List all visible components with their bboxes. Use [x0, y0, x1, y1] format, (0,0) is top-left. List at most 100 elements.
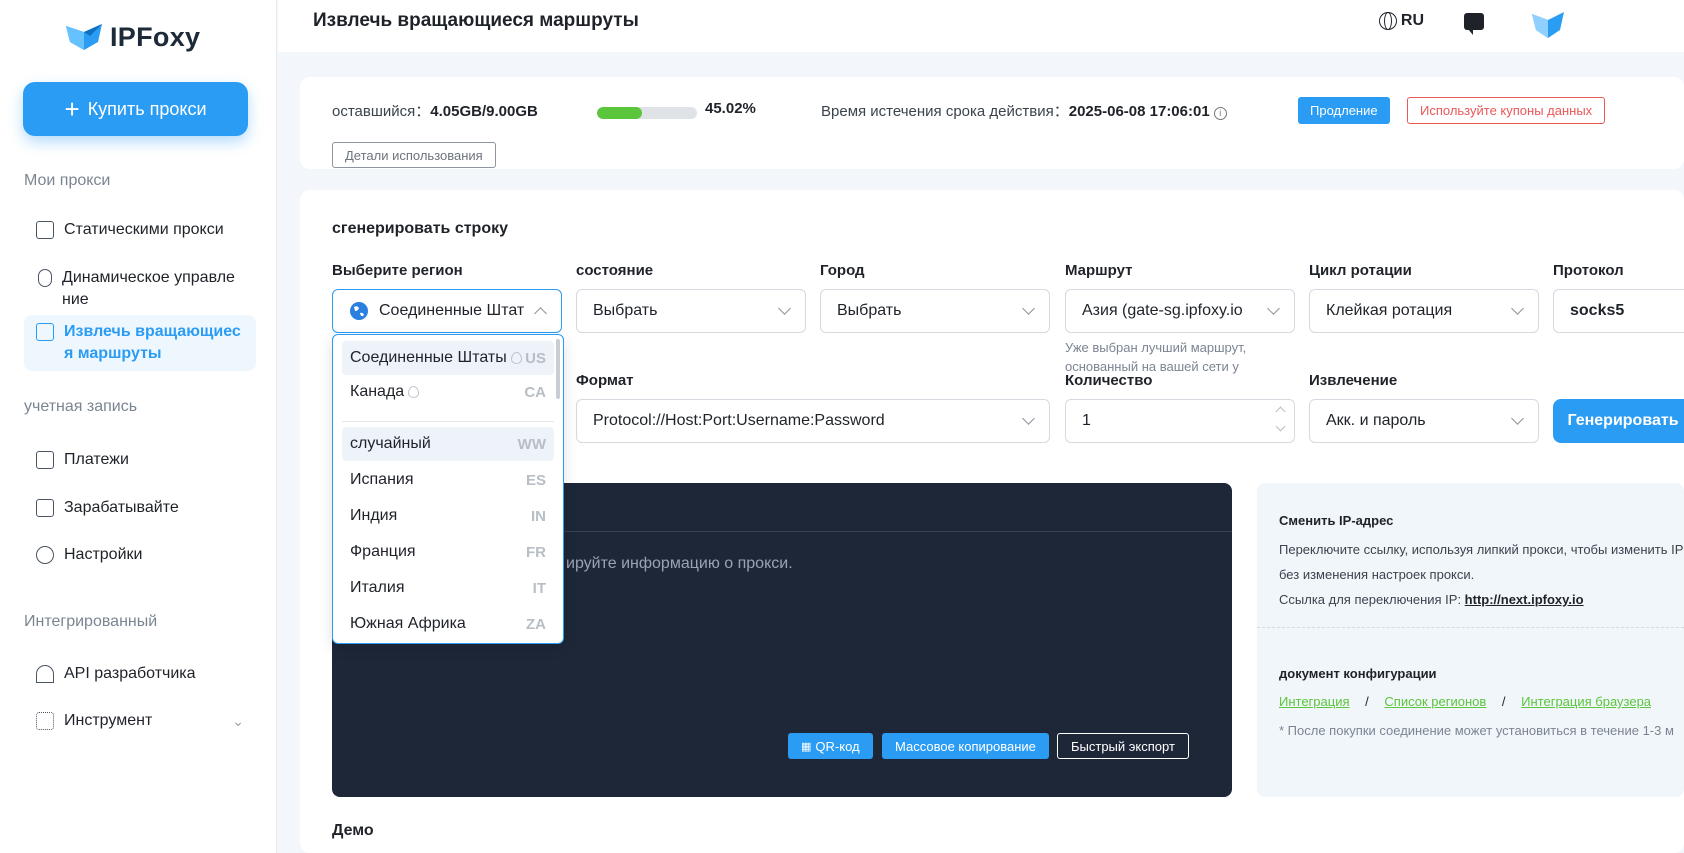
switch-ip-link[interactable]: http://next.ipfoxy.io — [1465, 592, 1584, 607]
globe-icon — [1378, 12, 1397, 30]
hot-icon — [510, 352, 522, 364]
sidebar-item-tool[interactable]: Инструмент ⌄ — [24, 704, 256, 738]
sidebar-item-dynamic[interactable]: Динамическое управле ние — [24, 261, 256, 317]
region-option-us[interactable]: Соединенные Штаты US — [342, 341, 554, 375]
protocol-label: Протокол — [1553, 262, 1624, 279]
city-select[interactable]: Выбрать — [820, 289, 1050, 333]
increment-icon[interactable] — [1275, 406, 1286, 417]
info-icon[interactable]: i — [1213, 107, 1227, 120]
bulk-copy-button[interactable]: Массовое копирование — [882, 733, 1049, 759]
switch-link-label: Ссылка для переключения IP: — [1279, 592, 1465, 607]
chevron-down-icon — [1267, 302, 1280, 315]
region-option-ca[interactable]: Канада CA — [342, 375, 554, 409]
extract-select[interactable]: Акк. и пароль — [1309, 399, 1539, 443]
quantity-label: Количество — [1065, 372, 1153, 389]
topbar: Извлечь вращающиеся маршруты RU — [278, 0, 1684, 52]
region-select-value: Соединенные Штат — [379, 302, 525, 319]
chevron-down-icon — [1022, 412, 1035, 425]
user-settings-icon — [36, 546, 54, 564]
qr-code-button[interactable]: ▦ QR-код — [788, 733, 873, 759]
region-option-code: CA — [524, 383, 546, 401]
expiry-info: Время истечения срока действия：2025-06-0… — [821, 100, 1227, 121]
format-select[interactable]: Protocol://Host:Port:Username:Password — [576, 399, 1050, 443]
decrement-icon[interactable] — [1275, 421, 1286, 432]
sidebar-item-label: Статическими прокси — [64, 221, 224, 238]
protocol-select[interactable]: socks5 — [1553, 289, 1684, 333]
chevron-down-icon: ⌄ — [232, 713, 244, 729]
avatar[interactable] — [1530, 6, 1566, 42]
region-select[interactable]: Соединенные Штат — [332, 289, 562, 333]
quantity-value: 1 — [1082, 412, 1091, 429]
chevron-up-icon — [534, 306, 547, 320]
logo[interactable]: IPFoxy — [64, 20, 200, 54]
info-divider — [1257, 627, 1684, 628]
format-label: Формат — [576, 372, 634, 389]
language-switcher[interactable]: RU — [1378, 12, 1424, 30]
monitor-icon — [36, 221, 54, 239]
usage-percent: 45.02% — [705, 100, 756, 117]
region-option-name: Франция — [350, 543, 416, 560]
extract-select-value: Акк. и пароль — [1326, 412, 1426, 429]
section-integrated: Интегрированный — [24, 613, 158, 630]
usage-progress-bar — [597, 107, 697, 119]
route-select[interactable]: Азия (gate-sg.ipfoxy.io — [1065, 289, 1295, 333]
chat-icon[interactable] — [1464, 13, 1484, 35]
sidebar-item-api[interactable]: API разработчика — [24, 657, 256, 691]
generate-button[interactable]: Генерировать — [1553, 399, 1684, 443]
sidebar-item-label: Платежи — [64, 451, 129, 468]
change-ip-title: Сменить IP-адрес — [1279, 513, 1394, 528]
usage-details-button[interactable]: Детали использования — [332, 142, 496, 168]
use-coupon-button[interactable]: Используйте купоны данных — [1407, 97, 1606, 124]
expiry-value: 2025-06-08 17:06:01 — [1068, 103, 1210, 120]
sidebar-item-earn[interactable]: Зарабатывайте — [24, 491, 256, 525]
region-option-name: Индия — [350, 507, 398, 524]
region-option-fr[interactable]: Франция FR — [342, 535, 554, 569]
remaining-value: 4.05GB/9.00GB — [430, 103, 538, 120]
region-option-name: Канада — [350, 383, 405, 400]
brand-name: IPFoxy — [110, 21, 201, 52]
sidebar-item-label: API разработчика — [64, 665, 196, 682]
rotation-select[interactable]: Клейкая ротация — [1309, 289, 1539, 333]
sidebar-item-extract[interactable]: Извлечь вращающиес я маршруты — [24, 315, 256, 371]
quantity-stepper[interactable]: 1 — [1065, 399, 1295, 443]
route-note: Уже выбран лучший маршрут, основанный на… — [1065, 340, 1247, 374]
sidebar-item-settings[interactable]: Настройки — [24, 538, 256, 572]
usage-card: оставшийся：4.05GB/9.00GB 45.02% Время ис… — [300, 77, 1684, 169]
page-title: Извлечь вращающиеся маршруты — [313, 10, 639, 31]
dropdown-scrollbar[interactable] — [556, 339, 560, 399]
config-links: Интеграция / Список регионов / Интеграци… — [1279, 689, 1651, 715]
city-label: Город — [820, 262, 865, 279]
link-separator: / — [1501, 694, 1506, 709]
sidebar-item-label: Настройки — [64, 546, 143, 563]
region-option-ww[interactable]: случайный WW — [342, 427, 554, 461]
browser-integration-link[interactable]: Интеграция браузера — [1521, 694, 1651, 709]
chevron-down-icon — [1022, 302, 1035, 315]
change-ip-text-2: без изменения настроек прокси. — [1279, 567, 1475, 582]
sidebar-item-static[interactable]: Статическими прокси — [24, 213, 256, 247]
info-panel: Сменить IP-адрес Переключите ссылку, исп… — [1257, 483, 1684, 797]
switch-link-row: Ссылка для переключения IP: http://next.… — [1279, 587, 1584, 613]
stepper-arrows[interactable] — [1275, 406, 1286, 432]
region-option-code: IT — [532, 579, 546, 597]
state-select[interactable]: Выбрать — [576, 289, 806, 333]
chevron-down-icon — [1511, 302, 1524, 315]
state-label: состояние — [576, 262, 654, 279]
format-select-value: Protocol://Host:Port:Username:Password — [593, 412, 885, 429]
region-option-it[interactable]: Италия IT — [342, 571, 554, 605]
region-option-es[interactable]: Испания ES — [342, 463, 554, 497]
sidebar-item-payments[interactable]: Платежи — [24, 443, 256, 477]
server-icon — [36, 323, 54, 341]
region-option-za[interactable]: Южная Африка ZA — [342, 607, 554, 641]
region-list-link[interactable]: Список регионов — [1384, 694, 1486, 709]
route-label: Маршрут — [1065, 262, 1133, 279]
buy-proxy-button[interactable]: + Купить прокси — [23, 82, 248, 136]
region-option-in[interactable]: Индия IN — [342, 499, 554, 533]
sidebar-item-label: Извлечь вращающиес я маршруты — [64, 323, 241, 362]
config-doc-title: документ конфигурации — [1279, 666, 1437, 681]
region-option-code: FR — [526, 543, 546, 561]
integration-link[interactable]: Интеграция — [1279, 694, 1350, 709]
quick-export-button[interactable]: Быстрый экспорт — [1057, 733, 1189, 759]
generator-title: сгенерировать строку — [332, 220, 509, 237]
usage-progress-fill — [597, 107, 643, 119]
renew-button[interactable]: Продление — [1298, 97, 1390, 124]
